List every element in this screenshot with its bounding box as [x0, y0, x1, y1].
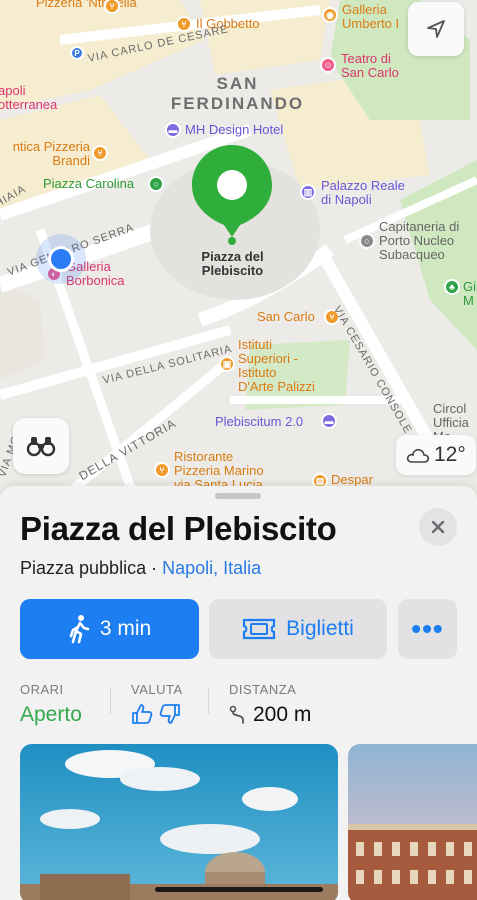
- tickets-button[interactable]: Biglietti: [209, 599, 387, 659]
- poi-napoli-sotterranea[interactable]: apoli otterranea: [0, 84, 57, 112]
- walking-person-icon: [69, 615, 90, 644]
- distance-label: DISTANZA: [229, 682, 297, 697]
- piazza-photo-image: [20, 744, 338, 900]
- poi-pizzeria-ntretella[interactable]: Pizzeria 'Ntretella: [36, 0, 137, 10]
- poi-plebiscitum[interactable]: Plebiscitum 2.0: [215, 415, 303, 429]
- close-icon: [431, 520, 445, 534]
- tickets-label: Biglietti: [286, 617, 354, 640]
- thumbs-down-icon[interactable]: [159, 703, 181, 725]
- ticket-icon: [243, 618, 276, 640]
- thumbs-up-icon[interactable]: [131, 703, 153, 725]
- home-indicator: [155, 887, 323, 892]
- distance-value: 200 m: [253, 703, 312, 726]
- fork-knife-icon: ⑂: [92, 145, 108, 161]
- selected-place-label: Piazza del Plebiscito: [201, 249, 264, 278]
- place-photo[interactable]: [20, 744, 338, 900]
- cloud-icon: [406, 448, 430, 463]
- poi-san-carlo[interactable]: San Carlo: [257, 310, 315, 324]
- museum-icon: ▥: [300, 184, 316, 200]
- distance-row: 200 m: [229, 703, 311, 727]
- distance-info: DISTANZA 200 m: [229, 682, 311, 727]
- poi-galleria-borbonica[interactable]: Galleria Borbonica: [66, 260, 125, 288]
- walking-directions-button[interactable]: 3 min: [20, 599, 199, 659]
- bed-icon: ▬: [165, 122, 181, 138]
- subtitle-separator: ·: [146, 558, 163, 578]
- poi-despar[interactable]: Despar: [331, 473, 373, 487]
- place-details-sheet[interactable]: Piazza del Plebiscito Piazza pubblica · …: [0, 486, 477, 900]
- more-icon: •••: [411, 613, 444, 644]
- hours-value: Aperto: [20, 703, 82, 726]
- parking-icon: P: [70, 46, 84, 60]
- map-view[interactable]: Pizzeria 'Ntretella ⑂ ⑂ Il Gobbetto ◉ Ga…: [0, 0, 477, 500]
- place-photo[interactable]: [348, 744, 477, 900]
- poi-teatro-san-carlo[interactable]: Teatro di San Carlo: [341, 52, 399, 80]
- walking-time-label: 3 min: [99, 617, 152, 640]
- rating-label: VALUTA: [131, 682, 183, 697]
- rating-info[interactable]: VALUTA: [131, 682, 183, 725]
- poi-giardini[interactable]: Gi M: [463, 280, 476, 308]
- place-category: Piazza pubblica: [20, 558, 147, 578]
- location-arrow-icon: [427, 20, 445, 38]
- info-divider: [208, 688, 209, 714]
- place-location-link[interactable]: Napoli, Italia: [162, 558, 261, 578]
- fork-knife-icon: ⑂: [154, 462, 170, 478]
- more-options-button[interactable]: •••: [398, 599, 457, 659]
- palace-photo-image: [348, 744, 477, 900]
- info-divider: [110, 688, 111, 714]
- shopping-icon: ◉: [322, 7, 338, 23]
- landmark-icon: ○: [148, 176, 164, 192]
- selected-place-pin-icon[interactable]: [192, 145, 272, 245]
- close-button[interactable]: [419, 508, 457, 546]
- theater-icon: ☺: [320, 57, 336, 73]
- place-title: Piazza del Plebiscito: [20, 510, 337, 547]
- poi-mh-design-hotel[interactable]: MH Design Hotel: [185, 123, 283, 137]
- poi-capitaneria[interactable]: Capitaneria di Porto Nucleo Subacqueo: [379, 220, 459, 262]
- poi-galleria-umberto[interactable]: Galleria Umberto I: [342, 3, 399, 31]
- rating-actions: [131, 703, 183, 725]
- building-icon: ○: [359, 233, 375, 249]
- park-icon: ♣: [444, 279, 460, 295]
- poi-istituti-superiori[interactable]: Istituti Superiori - Istituto D'Arte Pal…: [238, 338, 315, 394]
- weather-widget: 12°: [396, 435, 476, 475]
- hours-info[interactable]: ORARI Aperto: [20, 682, 82, 727]
- poi-antica-pizzeria-brandi[interactable]: ntica Pizzeria Brandi: [0, 140, 90, 168]
- locate-me-button[interactable]: [408, 2, 464, 56]
- look-around-button[interactable]: [13, 418, 69, 474]
- poi-palazzo-reale[interactable]: Palazzo Reale di Napoli: [321, 179, 405, 207]
- district-label: SAN FERDINANDO: [170, 74, 305, 113]
- binoculars-icon: [26, 437, 56, 457]
- user-location-dot: [48, 246, 74, 272]
- poi-piazza-carolina[interactable]: Piazza Carolina: [43, 177, 134, 191]
- weather-temperature: 12°: [434, 443, 466, 466]
- sheet-grabber[interactable]: [215, 493, 261, 499]
- hours-label: ORARI: [20, 682, 64, 697]
- place-subtitle: Piazza pubblica · Napoli, Italia: [20, 558, 261, 579]
- bed-icon: ▬: [321, 413, 337, 429]
- route-icon: [229, 705, 244, 724]
